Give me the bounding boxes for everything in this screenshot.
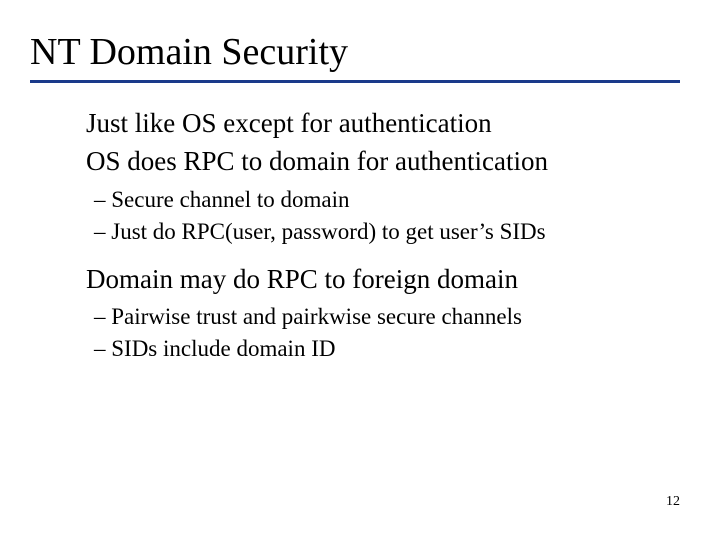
sub-bullets: Pairwise trust and pairkwise secure chan… [86, 301, 680, 364]
slide-body: Just like OS except for authentication O… [30, 105, 680, 365]
page-number: 12 [666, 494, 680, 510]
sub-bullet: Pairwise trust and pairkwise secure chan… [94, 301, 680, 332]
sub-bullets: Secure channel to domain Just do RPC(use… [86, 184, 680, 247]
sub-bullet: SIDs include domain ID [94, 333, 680, 364]
bullet-point: Just like OS except for authentication [86, 105, 680, 141]
bullet-point: Domain may do RPC to foreign domain [86, 261, 680, 297]
slide-title: NT Domain Security [30, 30, 680, 83]
sub-bullet: Just do RPC(user, password) to get user’… [94, 216, 680, 247]
bullet-point: OS does RPC to domain for authentication [86, 143, 680, 179]
sub-bullet: Secure channel to domain [94, 184, 680, 215]
